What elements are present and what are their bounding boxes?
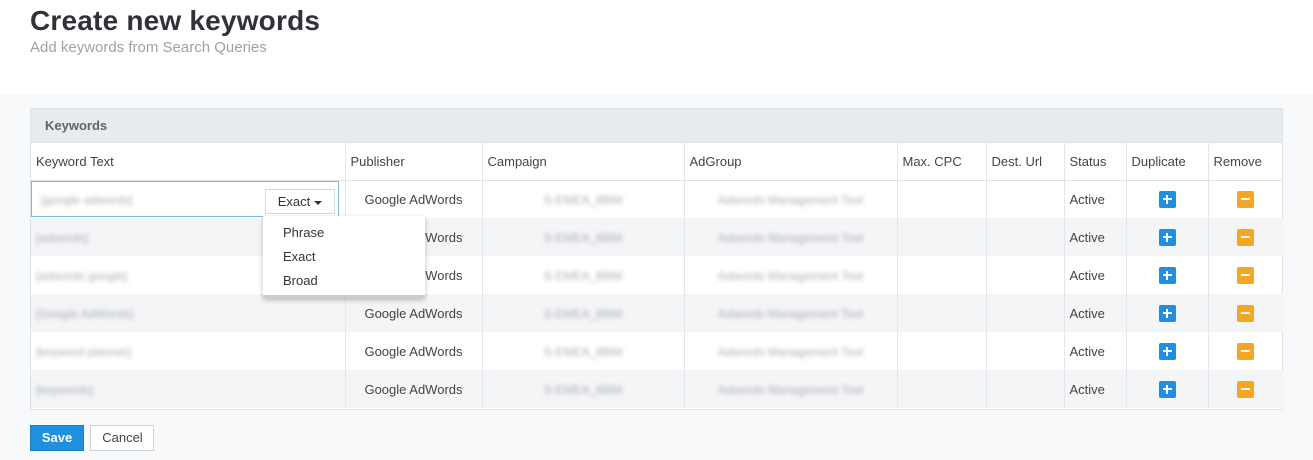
publisher-cell: Google AdWords (345, 294, 483, 332)
match-option-exact[interactable]: Exact (263, 246, 425, 270)
dest-url-cell[interactable] (986, 256, 1065, 294)
max-cpc-cell[interactable] (897, 332, 987, 370)
keyword-cell: [google adwords] Exact (31, 180, 346, 218)
keyword-cell[interactable]: [Google AdWords] (31, 294, 346, 332)
adgroup-cell: Adwords Management Tool (684, 180, 898, 218)
save-button[interactable]: Save (30, 425, 84, 451)
page-title: Create new keywords (30, 5, 321, 36)
duplicate-plus-icon[interactable] (1158, 304, 1176, 322)
status-cell: Active (1064, 370, 1127, 408)
caret-down-icon (314, 200, 323, 205)
match-type-dropdown-button[interactable]: Exact (265, 189, 335, 215)
form-actions: Save Cancel (30, 425, 155, 451)
max-cpc-cell[interactable] (897, 180, 987, 218)
max-cpc-cell[interactable] (897, 370, 987, 408)
duplicate-cell (1126, 370, 1209, 408)
page-header: Create new keywords Add keywords from Se… (30, 4, 320, 56)
duplicate-plus-icon[interactable] (1158, 190, 1176, 208)
duplicate-cell (1126, 256, 1209, 294)
table-row: [adwords] Google AdWords S-EMEA_BBM Adwo… (31, 218, 1283, 256)
col-max-cpc[interactable]: Max. CPC (897, 143, 987, 181)
keywords-table: Keyword Text Publisher Campaign AdGroup … (31, 143, 1283, 408)
col-dest-url[interactable]: Dest. Url (986, 143, 1065, 181)
campaign-cell: S-EMEA_BBM (482, 180, 685, 218)
table-row: [google adwords] Exact Google AdWords S-… (31, 180, 1283, 218)
publisher-cell: Google AdWords (345, 370, 483, 408)
remove-cell (1208, 180, 1283, 218)
campaign-cell: S-EMEA_BBM (482, 332, 685, 370)
max-cpc-cell[interactable] (897, 218, 987, 256)
match-type-selected: Exact (277, 194, 311, 210)
cancel-button[interactable]: Cancel (90, 425, 155, 451)
remove-minus-icon[interactable] (1237, 190, 1255, 208)
adgroup-cell: Adwords Management Tool (684, 332, 898, 370)
remove-minus-icon[interactable] (1237, 304, 1255, 322)
remove-minus-icon[interactable] (1237, 228, 1255, 246)
panel-title: Keywords (31, 109, 1282, 143)
duplicate-cell (1126, 180, 1209, 218)
adgroup-cell: Adwords Management Tool (684, 294, 898, 332)
campaign-cell: S-EMEA_BBM (482, 256, 685, 294)
remove-minus-icon[interactable] (1237, 380, 1255, 398)
col-duplicate[interactable]: Duplicate (1126, 143, 1209, 181)
table-row: [adwords google] Google AdWords S-EMEA_B… (31, 256, 1283, 294)
remove-cell (1208, 370, 1283, 408)
status-cell: Active (1064, 180, 1127, 218)
max-cpc-cell[interactable] (897, 294, 987, 332)
campaign-cell: S-EMEA_BBM (482, 370, 685, 408)
adgroup-cell: Adwords Management Tool (684, 370, 898, 408)
status-cell: Active (1064, 256, 1127, 294)
col-campaign[interactable]: Campaign (482, 143, 685, 181)
remove-cell (1208, 294, 1283, 332)
dest-url-cell[interactable] (986, 370, 1065, 408)
keywords-panel: Keywords Keyword Text Publisher Campaign… (30, 108, 1283, 410)
keyword-cell[interactable]: [keyword planner] (31, 332, 346, 370)
dest-url-cell[interactable] (986, 218, 1065, 256)
match-option-broad[interactable]: Broad (263, 270, 425, 294)
duplicate-cell (1126, 294, 1209, 332)
match-type-dropdown-menu: Phrase Exact Broad (263, 216, 425, 298)
col-status[interactable]: Status (1064, 143, 1127, 181)
col-remove[interactable]: Remove (1208, 143, 1283, 181)
remove-cell (1208, 332, 1283, 370)
page-subtitle: Add keywords from Search Queries (30, 39, 267, 56)
table-header-row: Keyword Text Publisher Campaign AdGroup … (31, 143, 1283, 181)
dest-url-cell[interactable] (986, 294, 1065, 332)
adgroup-cell: Adwords Management Tool (684, 256, 898, 294)
table-row: [keyword planner] Google AdWords S-EMEA_… (31, 332, 1283, 370)
col-publisher[interactable]: Publisher (345, 143, 483, 181)
campaign-cell: S-EMEA_BBM (482, 218, 685, 256)
remove-cell (1208, 256, 1283, 294)
dest-url-cell[interactable] (986, 332, 1065, 370)
campaign-cell: S-EMEA_BBM (482, 294, 685, 332)
publisher-cell: Google AdWords (345, 180, 483, 218)
status-cell: Active (1064, 332, 1127, 370)
status-cell: Active (1064, 294, 1127, 332)
dest-url-cell[interactable] (986, 180, 1065, 218)
remove-cell (1208, 218, 1283, 256)
max-cpc-cell[interactable] (897, 256, 987, 294)
keyword-input[interactable]: [google adwords] (41, 193, 132, 207)
col-keyword-text[interactable]: Keyword Text (31, 143, 346, 181)
remove-minus-icon[interactable] (1237, 342, 1255, 360)
duplicate-cell (1126, 332, 1209, 370)
publisher-cell: Google AdWords (345, 332, 483, 370)
duplicate-cell (1126, 218, 1209, 256)
col-adgroup[interactable]: AdGroup (684, 143, 898, 181)
table-row: [Google AdWords] Google AdWords S-EMEA_B… (31, 294, 1283, 332)
status-cell: Active (1064, 218, 1127, 256)
keyword-cell[interactable]: [keywords] (31, 370, 346, 408)
match-option-phrase[interactable]: Phrase (263, 222, 425, 246)
duplicate-plus-icon[interactable] (1158, 266, 1176, 284)
keyword-edit-field[interactable]: [google adwords] Exact (31, 181, 339, 218)
adgroup-cell: Adwords Management Tool (684, 218, 898, 256)
remove-minus-icon[interactable] (1237, 266, 1255, 284)
table-row: [keywords] Google AdWords S-EMEA_BBM Adw… (31, 370, 1283, 408)
duplicate-plus-icon[interactable] (1158, 342, 1176, 360)
duplicate-plus-icon[interactable] (1158, 228, 1176, 246)
duplicate-plus-icon[interactable] (1158, 380, 1176, 398)
